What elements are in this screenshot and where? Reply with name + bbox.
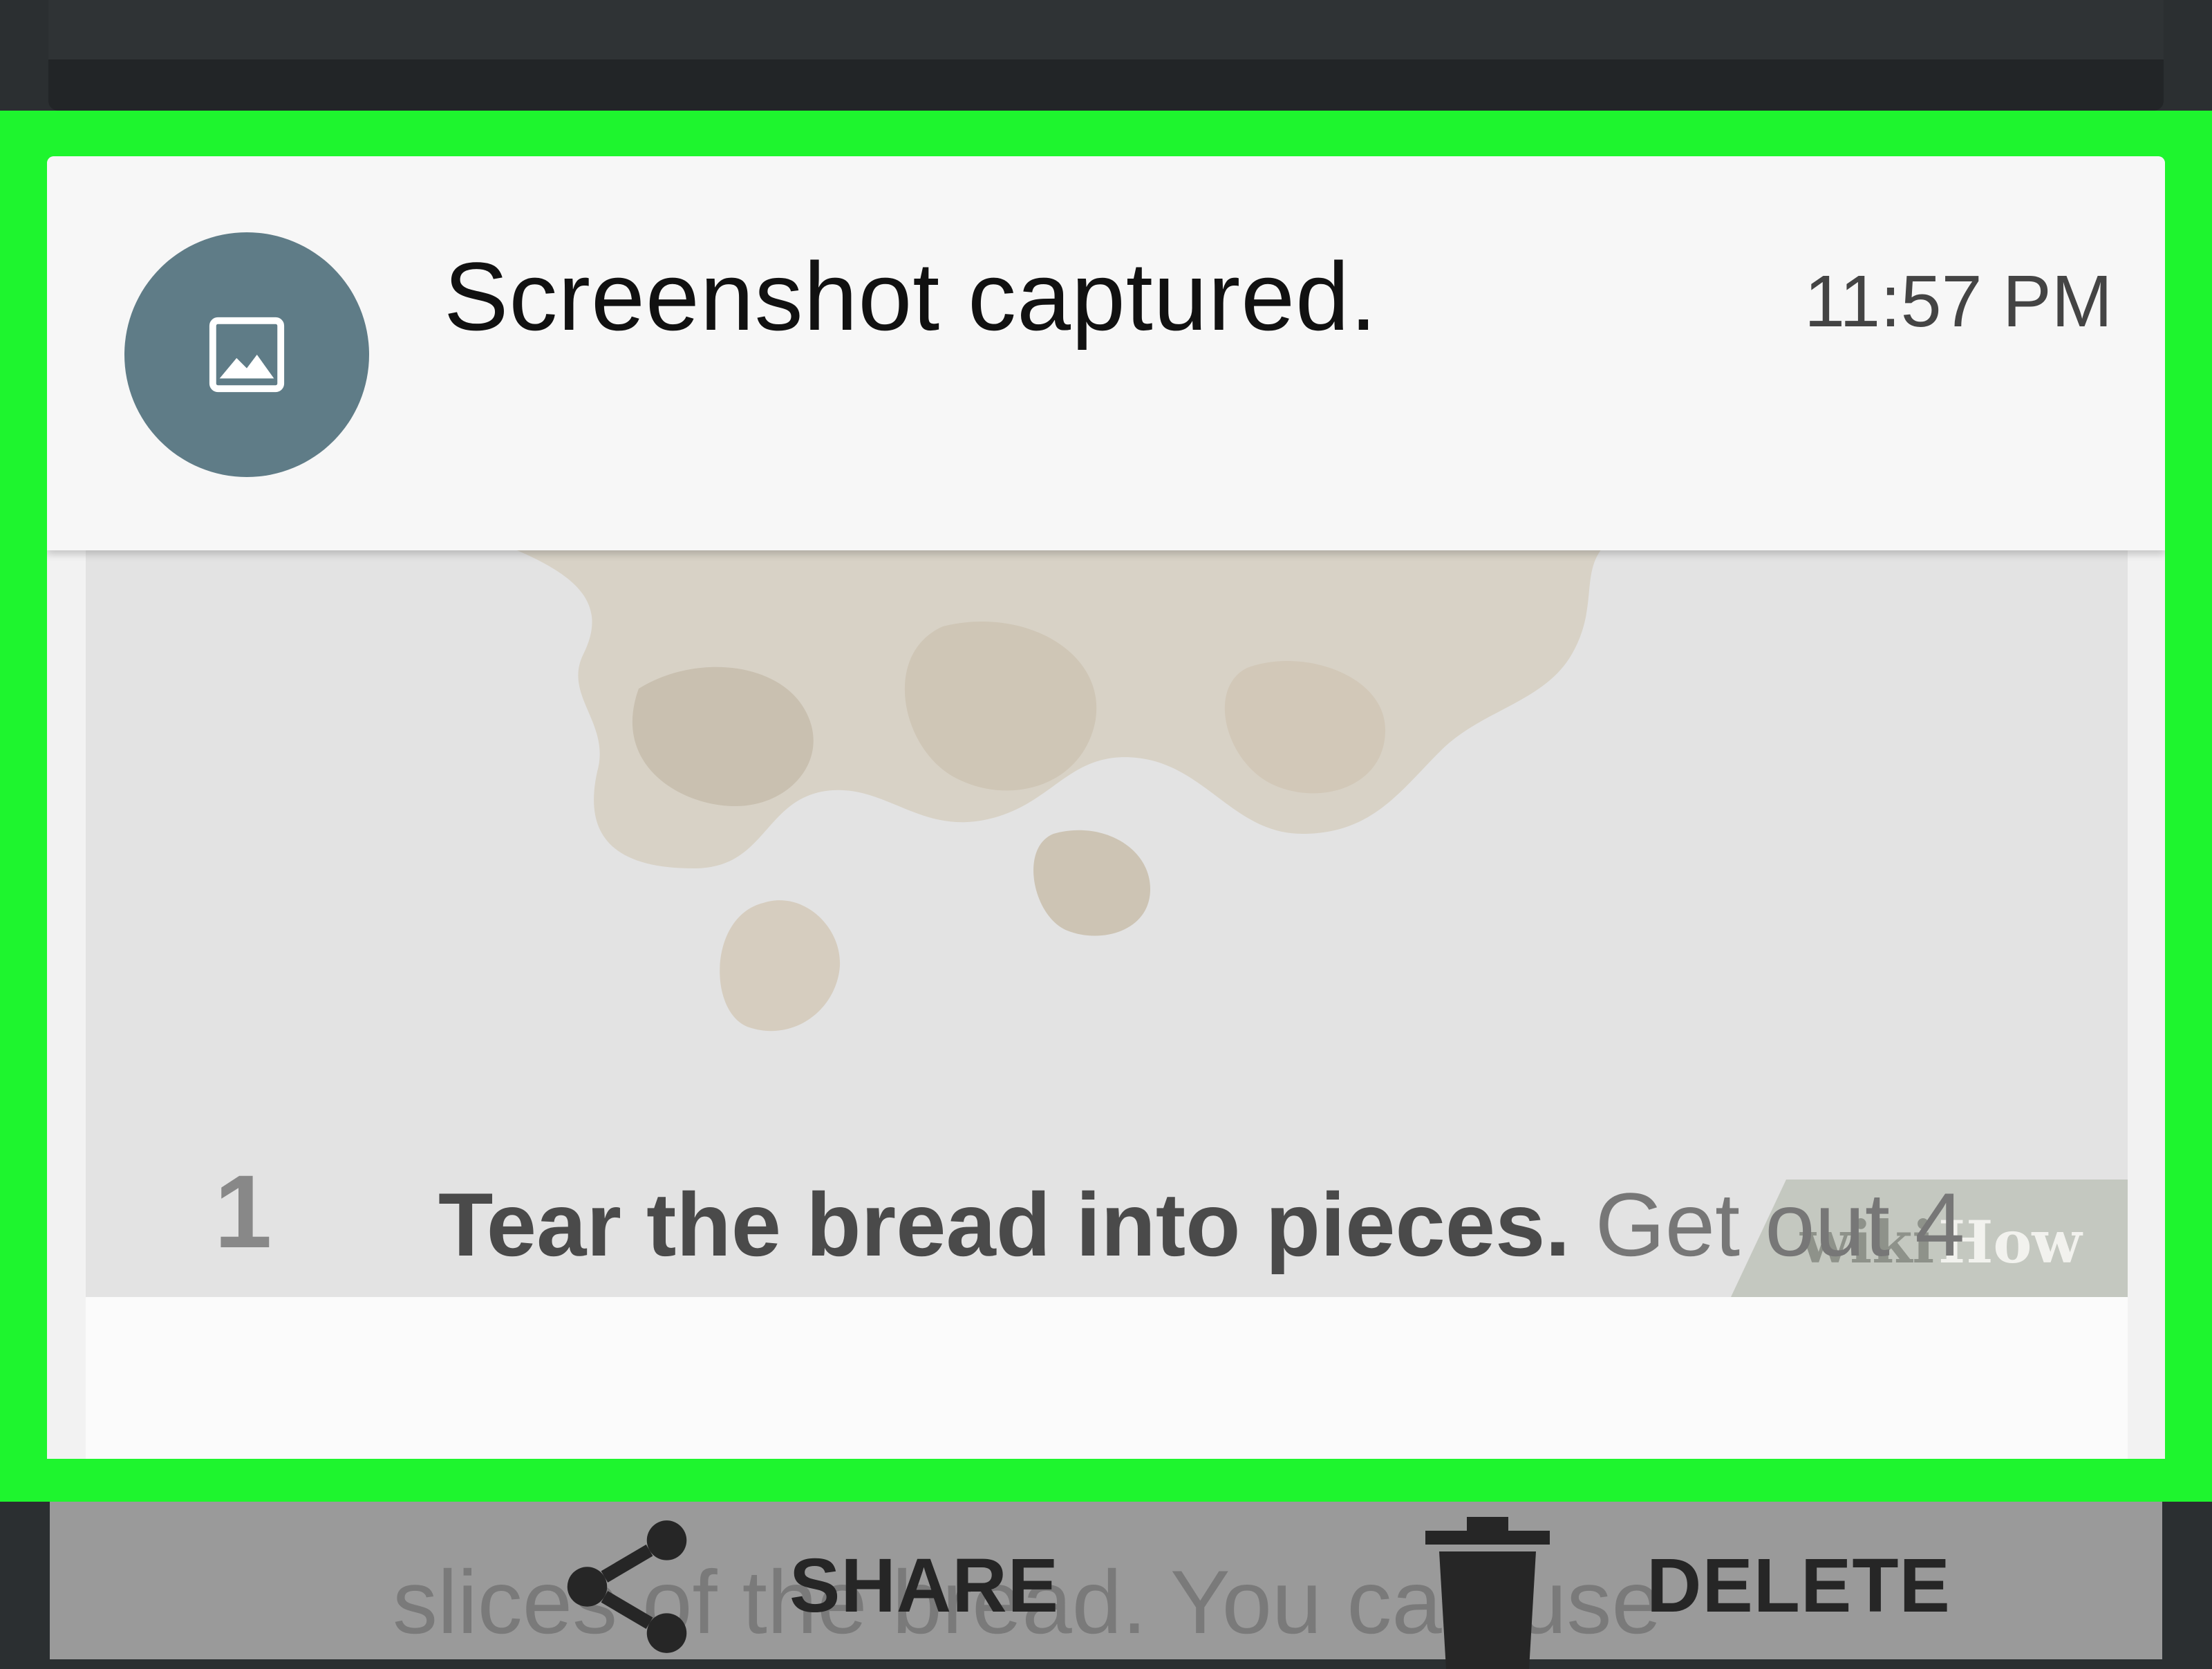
- action-panel: slices of the bread. You can use SHARE D…: [50, 1502, 2162, 1669]
- step-title: Tear the bread into pieces.: [438, 1174, 1571, 1275]
- notification-card[interactable]: Screenshot captured. 11:57 PM wiki How 1…: [47, 156, 2165, 1459]
- step-text: Tear the bread into pieces. Get out 4: [438, 1173, 1965, 1276]
- step-text-area: [86, 1297, 2128, 1459]
- step-text-rest: Get out 4: [1570, 1174, 1965, 1275]
- image-icon: [209, 317, 285, 393]
- delete-button[interactable]: DELETE: [1647, 1542, 1951, 1630]
- screenshot-preview[interactable]: wiki How: [86, 543, 2128, 1459]
- status-bar: [48, 0, 2164, 111]
- share-button[interactable]: SHARE: [789, 1542, 1059, 1630]
- trash-icon[interactable]: [1418, 1517, 1557, 1669]
- notification-avatar: [124, 232, 369, 477]
- notification-header[interactable]: Screenshot captured. 11:57 PM: [47, 156, 2165, 550]
- notification-title: Screenshot captured.: [444, 242, 1378, 351]
- notification-time: 11:57 PM: [1804, 261, 2112, 342]
- notification-actions-bar: slices of the bread. You can use SHARE D…: [0, 1502, 2212, 1669]
- step-number: 1: [214, 1153, 272, 1269]
- share-icon[interactable]: [547, 1507, 706, 1666]
